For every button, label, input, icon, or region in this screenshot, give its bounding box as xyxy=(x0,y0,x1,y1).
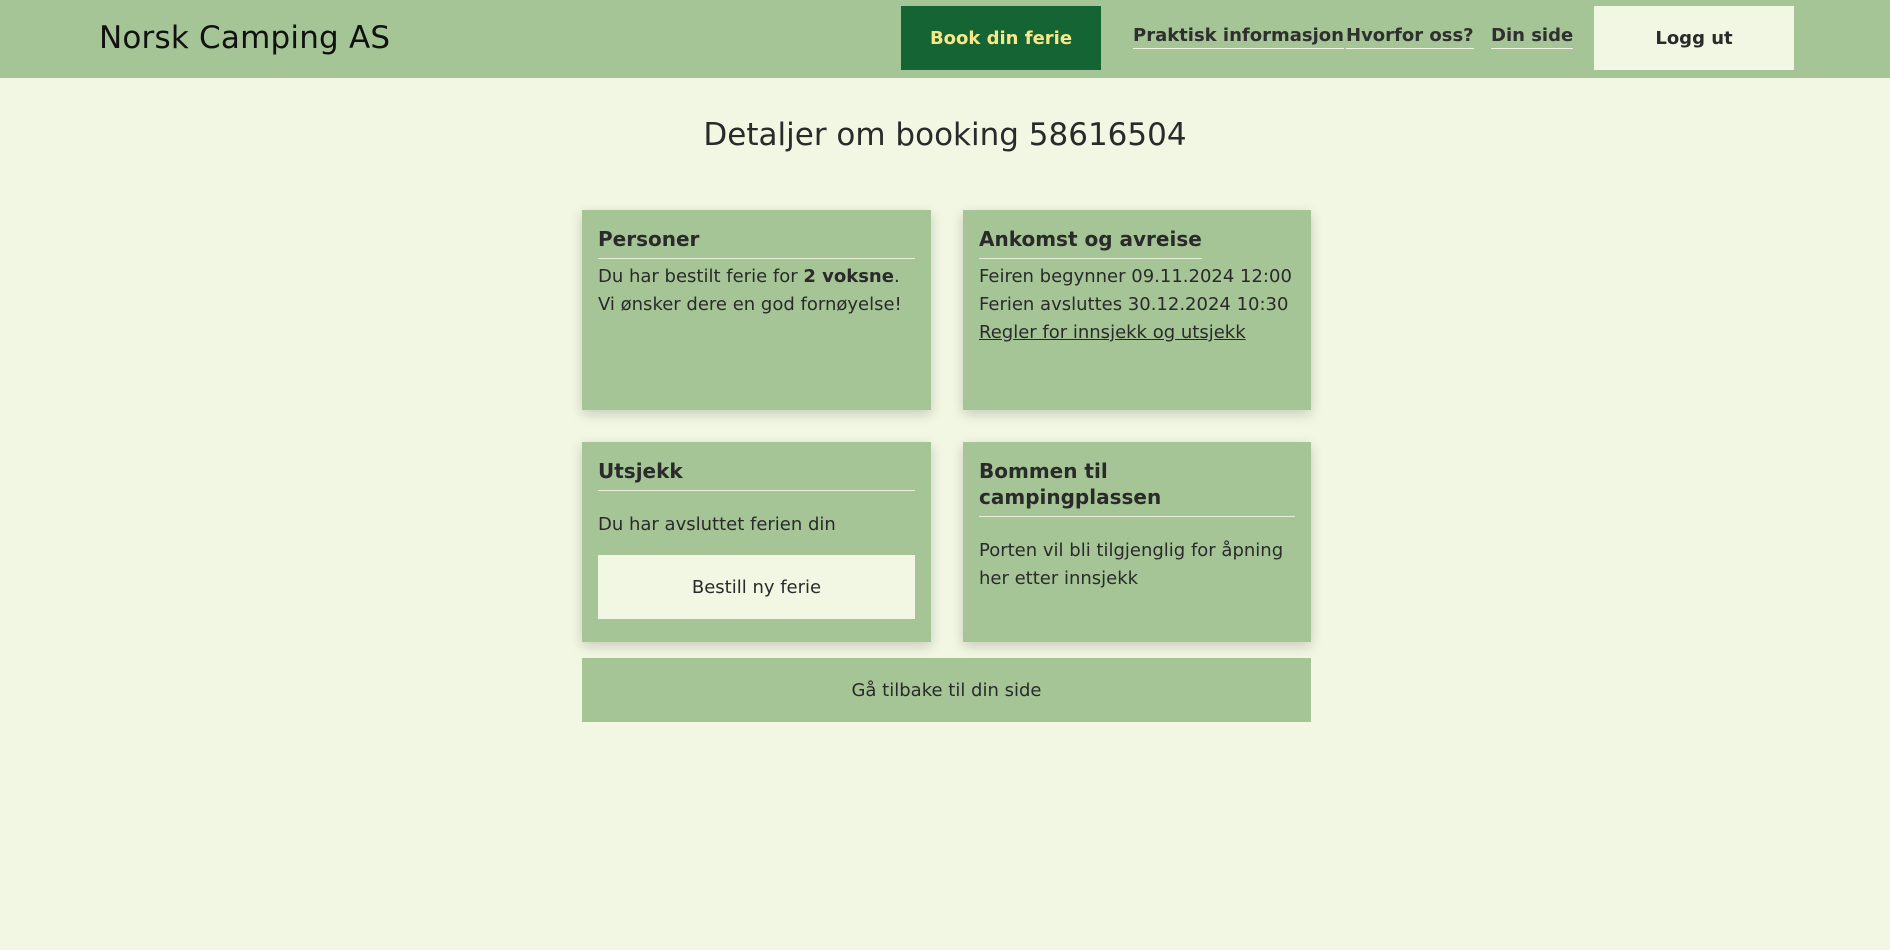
order-new-vacation-button[interactable]: Bestill ny ferie xyxy=(598,555,915,619)
brand-name[interactable]: Norsk Camping AS xyxy=(99,20,390,56)
nav-link-why-us[interactable]: Hvorfor oss? xyxy=(1346,25,1474,49)
arrival-departure-card: Ankomst og avreise Feiren begynner 09.11… xyxy=(963,210,1311,410)
persons-count: 2 voksne xyxy=(803,266,894,287)
arrival-departure-card-title: Ankomst og avreise xyxy=(979,226,1202,259)
arrival-start-text: Feiren begynner 09.11.2024 12:00 xyxy=(979,266,1292,287)
gate-card-text: Porten vil bli tilgjenglig for åpning he… xyxy=(979,540,1284,589)
checkout-card: Utsjekk Du har avsluttet ferien din Best… xyxy=(582,442,931,642)
gate-card-title: Bommen til campingplassen xyxy=(979,458,1295,517)
logout-button[interactable]: Logg ut xyxy=(1594,6,1794,70)
checkout-card-title: Utsjekk xyxy=(598,458,915,491)
back-to-my-page-button[interactable]: Gå tilbake til din side xyxy=(582,658,1311,722)
top-navigation-bar: Norsk Camping AS Book din ferie Praktisk… xyxy=(0,0,1890,78)
persons-card-title: Personer xyxy=(598,226,915,259)
arrival-end-text: Ferien avsluttes 30.12.2024 10:30 xyxy=(979,294,1289,315)
persons-card: Personer Du har bestilt ferie for 2 voks… xyxy=(582,210,931,410)
nav-link-my-page[interactable]: Din side xyxy=(1491,25,1574,49)
nav-link-practical-info[interactable]: Praktisk informasjon xyxy=(1133,25,1344,49)
book-vacation-button[interactable]: Book din ferie xyxy=(901,6,1101,70)
page-title: Detaljer om booking 58616504 xyxy=(703,117,1187,153)
checkout-card-text: Du har avsluttet ferien din xyxy=(598,514,836,535)
persons-card-text: Du har bestilt ferie for 2 voksne. Vi øn… xyxy=(598,263,915,319)
gate-card: Bommen til campingplassen Porten vil bli… xyxy=(963,442,1311,642)
persons-text-before: Du har bestilt ferie for xyxy=(598,266,804,287)
checkin-rules-link[interactable]: Regler for innsjekk og utsjekk xyxy=(979,322,1246,343)
